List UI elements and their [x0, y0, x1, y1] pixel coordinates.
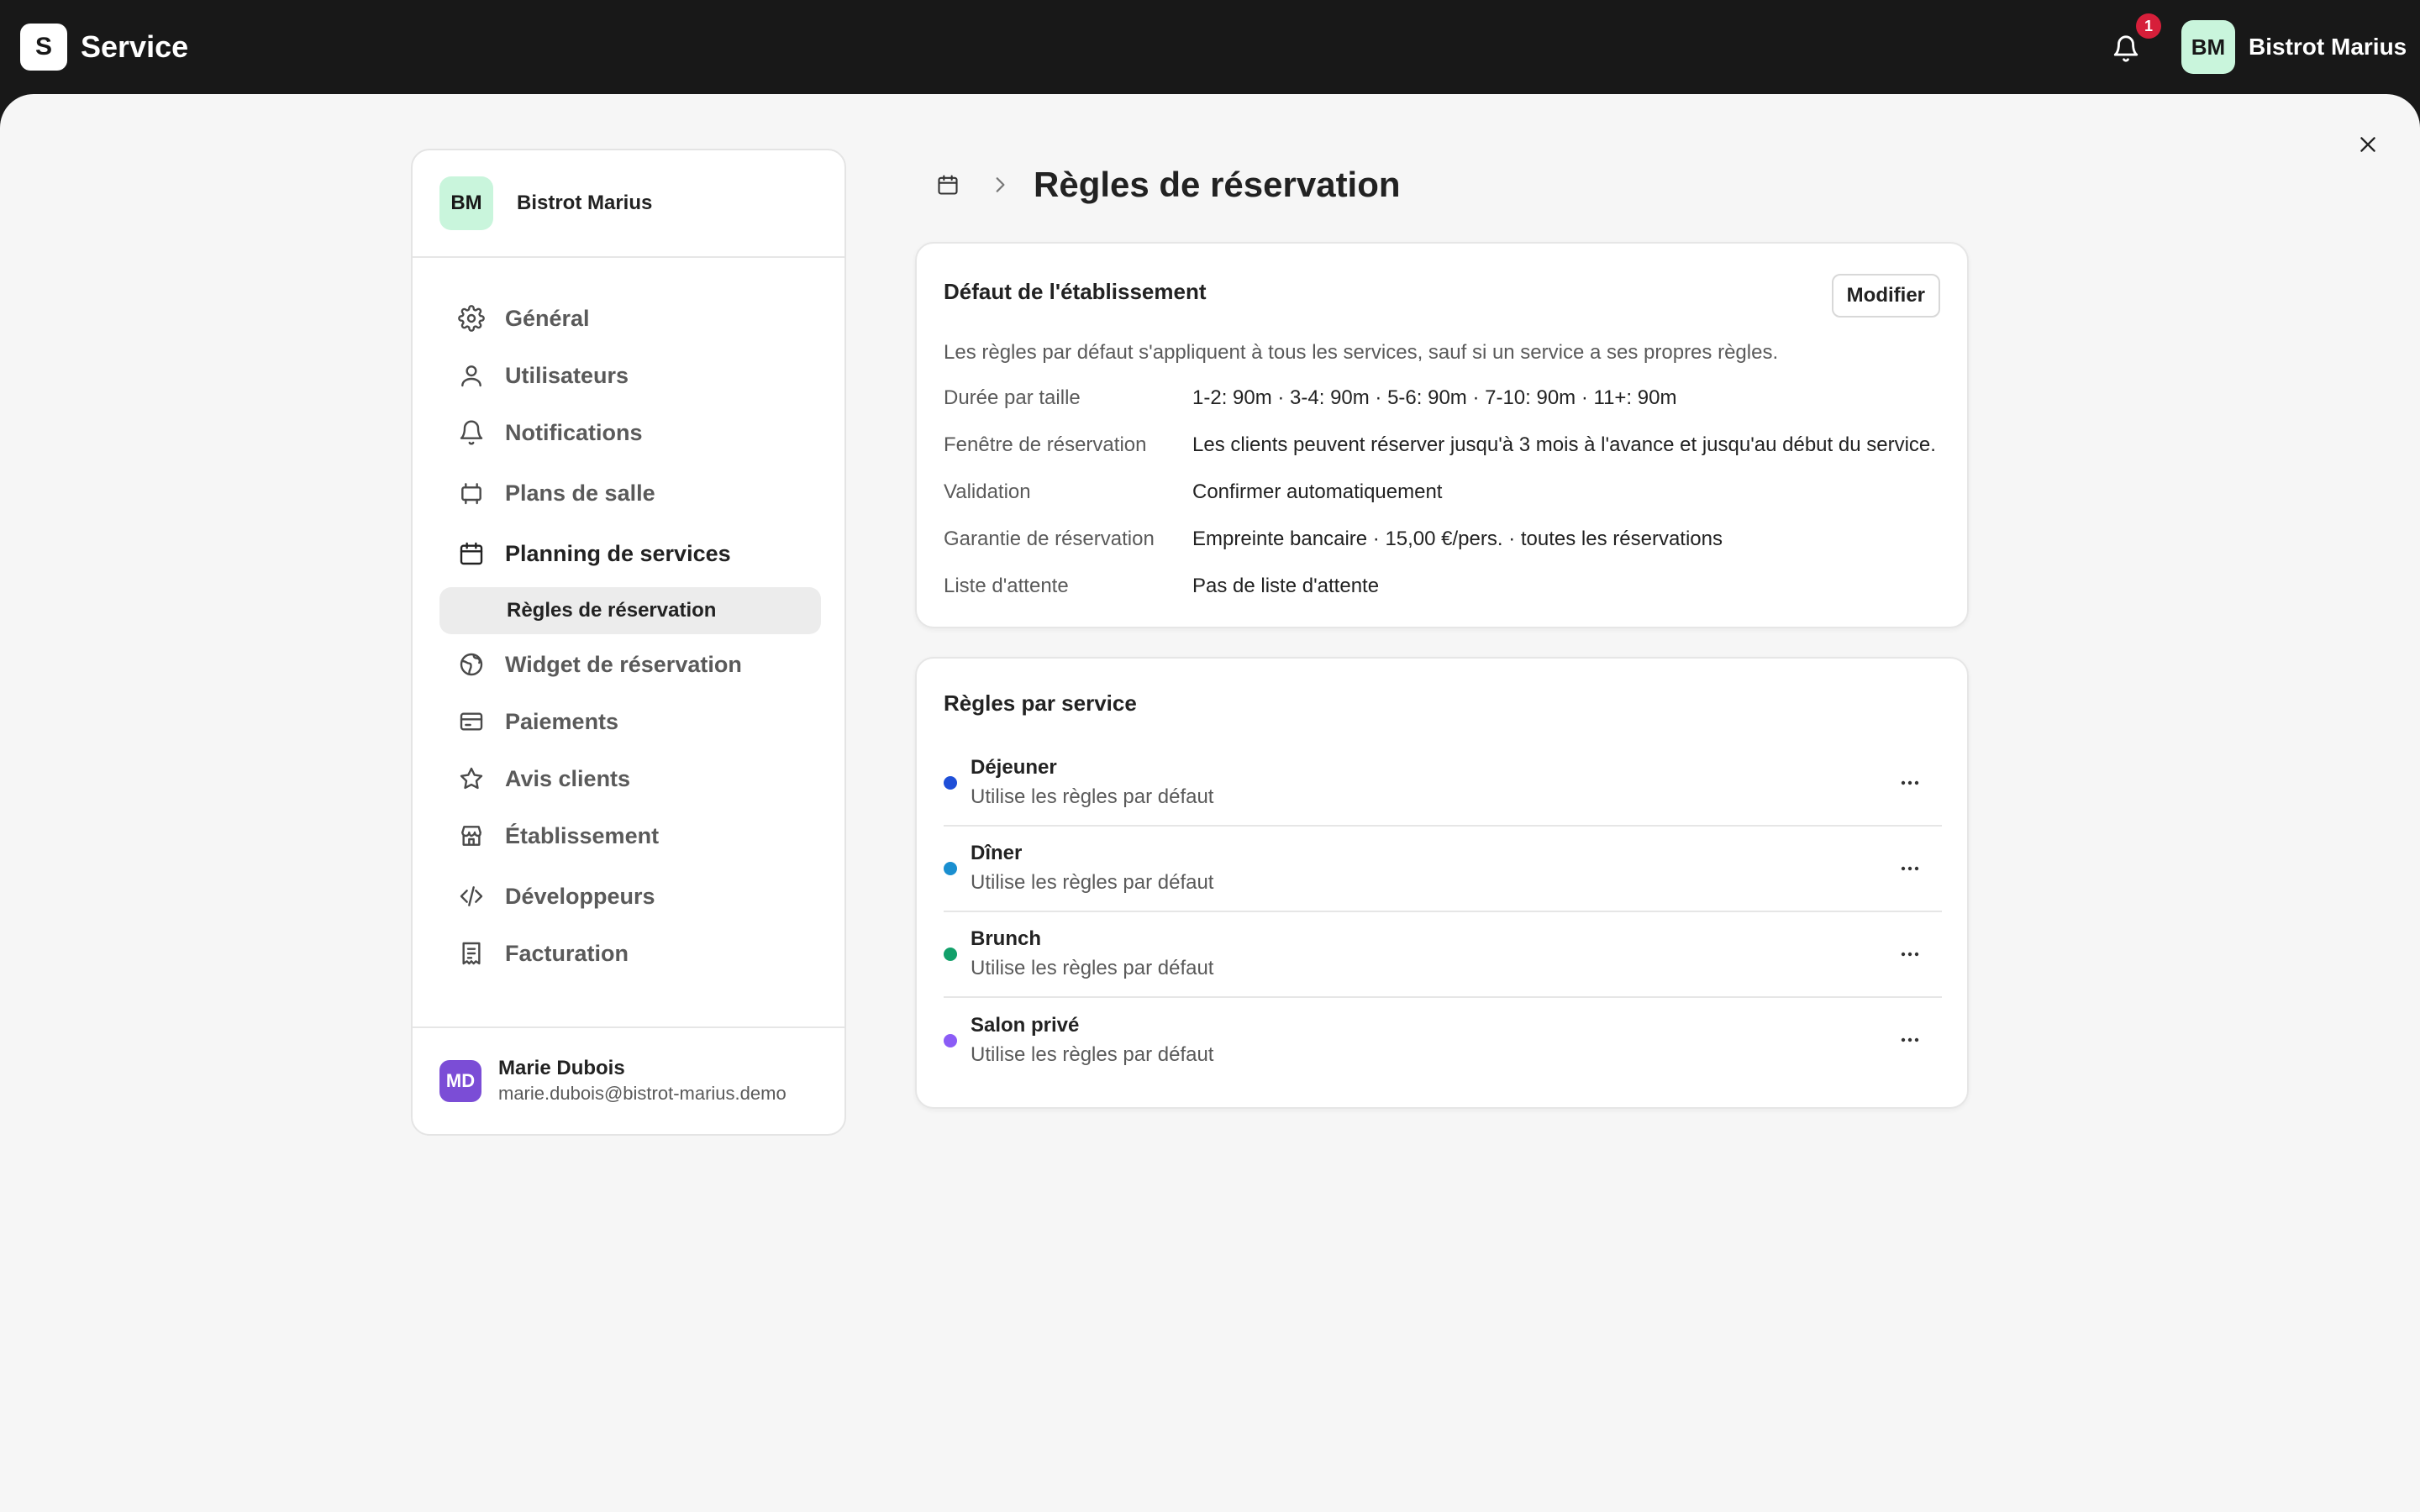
sidebar-item-label: Plans de salle: [505, 480, 655, 506]
sidebar-item-billing[interactable]: Facturation: [439, 930, 821, 977]
notifications-button[interactable]: [2107, 30, 2144, 67]
sidebar-item-label: Facturation: [505, 940, 629, 966]
app-title: Service: [81, 29, 189, 64]
credit-card-icon: [448, 708, 495, 735]
sidebar-item-reviews[interactable]: Avis clients: [439, 755, 821, 802]
user-name: Marie Dubois: [498, 1057, 625, 1079]
rule-row-guarantee: Garantie de réservation Empreinte bancai…: [944, 522, 1723, 556]
star-icon: [448, 765, 495, 792]
chevron-right-icon: [990, 176, 1010, 194]
service-row-salon-prive[interactable]: Salon privé Utilise les règles par défau…: [944, 998, 1942, 1084]
rule-row-duration: Durée par taille 1-2: 90m · 3-4: 90m · 5…: [944, 381, 1676, 415]
org-name: Bistrot Marius: [517, 192, 653, 214]
service-name: Déjeuner: [971, 756, 1057, 779]
service-name: Brunch: [971, 927, 1041, 950]
account-name[interactable]: Bistrot Marius: [2249, 32, 2407, 62]
rule-value: 1-2: 90m · 3-4: 90m · 5-6: 90m · 7-10: 9…: [1192, 386, 1677, 409]
sidebar-item-payments[interactable]: Paiements: [439, 698, 821, 745]
user-avatar: MD: [439, 1060, 481, 1102]
settings-sheet: BM Bistrot Marius Général Utilisateurs N…: [0, 94, 2420, 1512]
rule-key: Garantie de réservation: [944, 528, 1155, 550]
sidebar-item-booking-widget[interactable]: Widget de réservation: [439, 641, 821, 688]
more-options-icon[interactable]: [1890, 934, 1930, 974]
sidebar-item-label: Général: [505, 305, 590, 331]
globe-icon: [448, 651, 495, 678]
card-title: Défaut de l'établissement: [944, 279, 1207, 304]
sidebar-item-service-planning[interactable]: Planning de services: [439, 530, 821, 577]
service-subtitle: Utilise les règles par défaut: [971, 957, 1214, 979]
sidebar-item-label: Développeurs: [505, 883, 655, 909]
rule-key: Validation: [944, 480, 1031, 503]
bell-icon: [448, 419, 495, 446]
sidebar-item-floor-plans[interactable]: Plans de salle: [439, 470, 821, 517]
settings-sidebar: BM Bistrot Marius Général Utilisateurs N…: [411, 149, 846, 1136]
sidebar-item-label: Établissement: [505, 822, 660, 848]
rule-value: Les clients peuvent réserver jusqu'à 3 m…: [1192, 433, 1936, 456]
service-row-diner[interactable]: Dîner Utilise les règles par défaut: [944, 827, 1942, 912]
sidebar-user-footer[interactable]: MD Marie Dubois marie.dubois@bistrot-mar…: [413, 1026, 844, 1134]
app-logo[interactable]: S: [20, 24, 67, 71]
service-color-dot: [944, 1034, 957, 1047]
service-row-dejeuner[interactable]: Déjeuner Utilise les règles par défaut: [944, 741, 1942, 827]
card-title: Règles par service: [944, 690, 1137, 716]
more-options-icon[interactable]: [1890, 763, 1930, 803]
more-options-icon[interactable]: [1890, 1020, 1930, 1060]
modify-button[interactable]: Modifier: [1831, 274, 1940, 318]
service-subtitle: Utilise les règles par défaut: [971, 871, 1214, 894]
rule-row-waitlist: Liste d'attente Pas de liste d'attente: [944, 570, 1379, 603]
sidebar-item-label: Widget de réservation: [505, 651, 742, 677]
close-button[interactable]: [2349, 126, 2386, 163]
rule-value: Confirmer automatiquement: [1192, 480, 1443, 503]
code-icon: [448, 883, 495, 910]
calendar-icon: [448, 540, 495, 567]
service-subtitle: Utilise les règles par défaut: [971, 1043, 1214, 1066]
service-subtitle: Utilise les règles par défaut: [971, 785, 1214, 808]
sidebar-item-label: Notifications: [505, 419, 643, 445]
floor-plan-icon: [448, 480, 495, 507]
rule-value: Pas de liste d'attente: [1192, 575, 1380, 597]
top-bar: S Service 1 BM Bistrot Marius: [0, 0, 2420, 94]
bell-icon: [2113, 35, 2139, 62]
rule-key: Durée par taille: [944, 386, 1081, 409]
sidebar-org-header[interactable]: BM Bistrot Marius: [413, 150, 844, 258]
service-name: Salon privé: [971, 1014, 1080, 1037]
receipt-icon: [448, 940, 495, 967]
gear-icon: [448, 305, 495, 332]
per-service-rules-card: Règles par service Déjeuner Utilise les …: [915, 657, 1969, 1109]
rule-key: Fenêtre de réservation: [944, 433, 1147, 456]
user-icon: [448, 362, 495, 389]
sidebar-item-establishment[interactable]: Établissement: [439, 812, 821, 859]
store-icon: [448, 822, 495, 849]
establishment-defaults-card: Défaut de l'établissement Modifier Les r…: [915, 242, 1969, 628]
calendar-icon[interactable]: [934, 171, 961, 198]
service-color-dot: [944, 948, 957, 961]
service-color-dot: [944, 862, 957, 875]
sidebar-item-users[interactable]: Utilisateurs: [439, 352, 821, 399]
account-avatar[interactable]: BM: [2181, 20, 2235, 74]
service-name: Dîner: [971, 842, 1023, 864]
sidebar-item-general[interactable]: Général: [439, 295, 821, 342]
sidebar-item-label: Règles de réservation: [507, 599, 717, 622]
rule-key: Liste d'attente: [944, 575, 1069, 597]
org-avatar: BM: [439, 176, 493, 230]
user-email: marie.dubois@bistrot-marius.demo: [498, 1083, 786, 1104]
card-description: Les règles par défaut s'appliquent à tou…: [944, 341, 1779, 364]
rule-row-booking-window: Fenêtre de réservation Les clients peuve…: [944, 428, 1936, 462]
service-color-dot: [944, 776, 957, 790]
sidebar-item-label: Avis clients: [505, 765, 631, 791]
rule-value: Empreinte bancaire · 15,00 €/pers. · tou…: [1192, 528, 1723, 550]
sidebar-item-developers[interactable]: Développeurs: [439, 873, 821, 920]
sidebar-item-label: Planning de services: [505, 540, 731, 566]
breadcrumb: Règles de réservation: [934, 161, 1401, 208]
more-options-icon[interactable]: [1890, 848, 1930, 889]
close-icon: [2360, 137, 2375, 152]
page-title: Règles de réservation: [1034, 165, 1401, 204]
sidebar-item-notifications[interactable]: Notifications: [439, 409, 821, 456]
service-row-brunch[interactable]: Brunch Utilise les règles par défaut: [944, 912, 1942, 998]
sidebar-item-label: Utilisateurs: [505, 362, 629, 388]
sidebar-subitem-booking-rules[interactable]: Règles de réservation: [439, 587, 821, 634]
rule-row-validation: Validation Confirmer automatiquement: [944, 475, 1442, 509]
notification-badge: 1: [2136, 13, 2161, 39]
sidebar-item-label: Paiements: [505, 708, 619, 734]
